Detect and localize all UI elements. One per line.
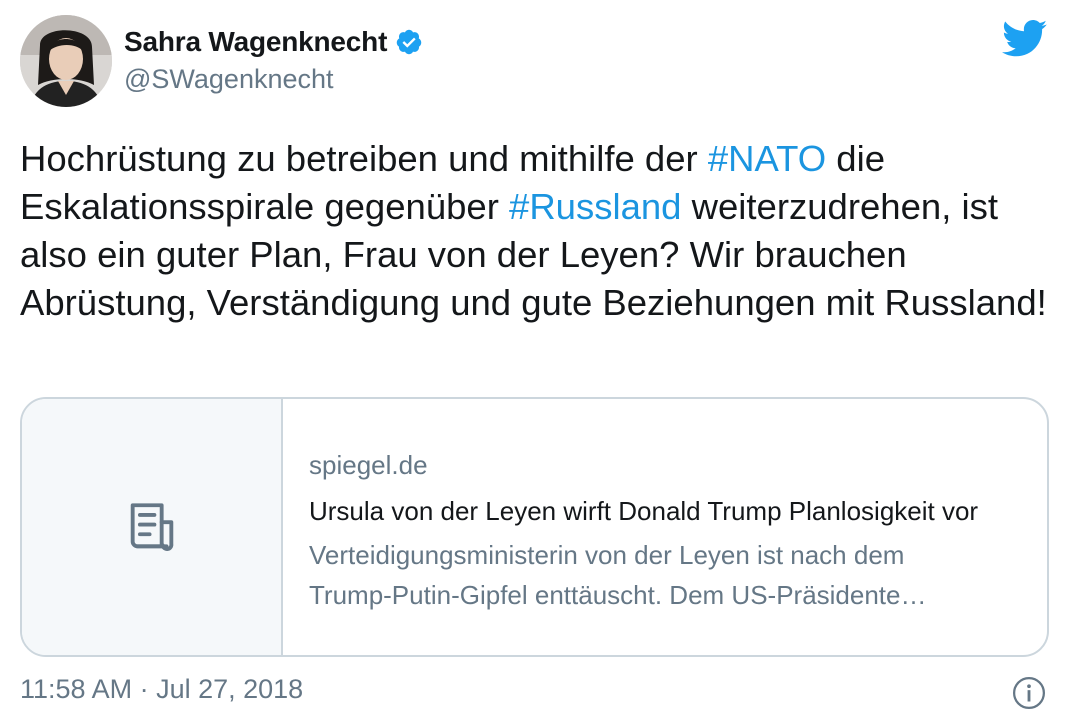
card-body: spiegel.de Ursula von der Leyen wirft Do… [283, 399, 1047, 655]
tweet-text-segment: Hochrüstung zu betreiben und mithilfe de… [20, 138, 708, 179]
hashtag-russland-link[interactable]: #Russland [509, 186, 681, 227]
card-thumbnail [22, 399, 283, 655]
tweet-text: Hochrüstung zu betreiben und mithilfe de… [20, 135, 1055, 327]
info-icon[interactable] [1012, 676, 1046, 710]
author-name[interactable]: Sahra Wagenknecht [124, 26, 387, 58]
article-icon [130, 503, 173, 551]
card-domain: spiegel.de [309, 450, 428, 480]
hashtag-nato-link[interactable]: #NATO [708, 138, 826, 179]
card-description: Verteidigungsministerin von der Leyen is… [309, 535, 1029, 615]
tweet-timestamp[interactable]: 11:58 AM · Jul 27, 2018 [20, 674, 303, 705]
tweet-embed: Sahra Wagenknecht @SWagenknecht Hochrüst… [0, 0, 1072, 717]
verified-badge-icon [396, 29, 422, 55]
author-name-row[interactable]: Sahra Wagenknecht [124, 22, 423, 62]
card-title[interactable]: Ursula von der Leyen wirft Donald Trump … [309, 491, 1019, 531]
avatar[interactable] [20, 15, 112, 107]
card-description-line: Verteidigungsministerin von der Leyen is… [309, 540, 905, 570]
twitter-bird-icon[interactable] [1002, 20, 1048, 58]
card-description-line: Trump-Putin-Gipfel enttäuscht. Dem US-Pr… [309, 580, 927, 610]
author-handle[interactable]: @SWagenknecht [124, 64, 334, 95]
link-preview-card[interactable]: spiegel.de Ursula von der Leyen wirft Do… [20, 397, 1049, 657]
